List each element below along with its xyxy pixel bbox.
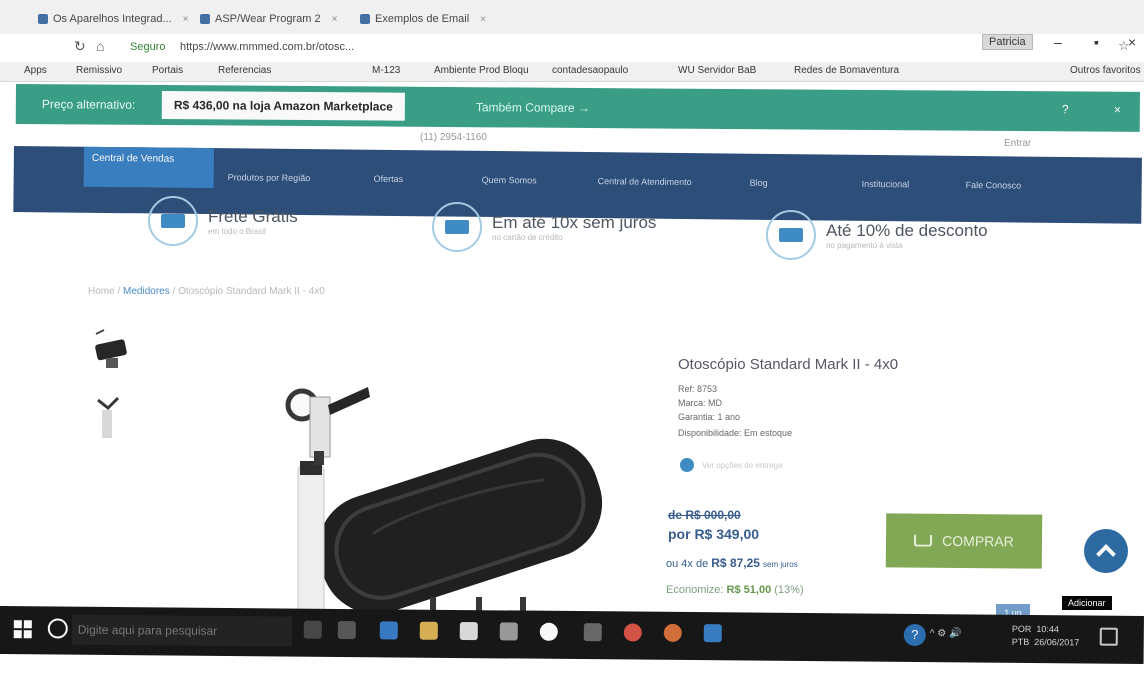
breadcrumb: Home / Medidores / Otoscópio Standard Ma… [88, 286, 325, 297]
nav-item[interactable]: Produtos por Região [228, 172, 311, 183]
bookmark-item[interactable]: contadesaopaulo [552, 65, 628, 76]
reload-icon[interactable]: ↻ [74, 38, 86, 55]
browser-tab-strip: Os Aparelhos Integrad... × ASP/Wear Progr… [0, 0, 1144, 34]
close-icon[interactable]: × [1114, 103, 1121, 117]
secure-indicator[interactable]: Seguro [130, 41, 165, 53]
nav-item[interactable]: Ofertas [374, 174, 404, 184]
product-title: Otoscópio Standard Mark II - 4x0 [678, 356, 899, 373]
system-tray[interactable]: ^ ⚙ 🔊 [930, 628, 962, 639]
windows-start-icon[interactable] [13, 620, 32, 639]
installment-info: ou 4x de R$ 87,25 sem juros [666, 556, 798, 570]
bookmark-item[interactable]: Referencias [218, 65, 271, 76]
bookmark-item[interactable]: Redes de Bomaventura [794, 65, 899, 76]
product-brand: Marca: MD [678, 398, 723, 408]
nav-item[interactable]: Quem Somos [482, 175, 537, 186]
cart-icon [914, 534, 933, 547]
bookmark-item[interactable]: WU Servidor BaB [678, 65, 756, 76]
thumbnail-image[interactable] [90, 326, 130, 371]
product-main-image[interactable] [250, 365, 610, 615]
nav-item[interactable]: Blog [750, 178, 768, 188]
benefit-installments: Em até 10x sem juros no cartão de crédito [432, 202, 656, 252]
address-bar: ↻ ⌂ Seguro https://www.mmmed.com.br/otos… [0, 34, 1144, 62]
firefox-icon[interactable] [663, 623, 682, 642]
product-warranty: Garantia: 1 ano [678, 412, 741, 422]
home-icon[interactable]: ⌂ [96, 38, 104, 54]
credit-card-icon [432, 202, 482, 252]
login-link[interactable]: Entrar [1004, 138, 1031, 149]
tab-favicon-icon [38, 14, 48, 24]
benefit-free-shipping: Frete Grátis em todo o Brasil [148, 196, 298, 246]
bookmark-star-icon[interactable]: ☆ [1118, 38, 1130, 54]
price-compare-banner: Preço alternativo: R$ 436,00 na loja Ama… [15, 84, 1140, 132]
buy-button[interactable]: COMPRAR [885, 513, 1043, 569]
product-availability: Disponibilidade: Em estoque [678, 428, 793, 438]
windows-taskbar: ? ^ ⚙ 🔊 POR 10:44 PTB 26/06/2017 [0, 606, 1144, 664]
store-phone: (11) 2954-1160 [420, 132, 487, 143]
close-tab-icon[interactable]: × [480, 14, 486, 25]
tab-favicon-icon [200, 14, 210, 24]
chevron-up-icon [1096, 544, 1116, 564]
bookmark-item[interactable]: Outros favoritos [1070, 65, 1141, 76]
nav-item[interactable]: Fale Conosco [966, 180, 1022, 191]
discount-icon [766, 210, 816, 260]
action-center-icon[interactable] [1099, 627, 1118, 646]
delivery-info[interactable]: Ver opções de entrega [680, 458, 783, 472]
file-explorer-icon[interactable] [419, 621, 438, 640]
help-icon[interactable]: ? [903, 623, 926, 647]
taskbar-clock[interactable]: POR 10:44 PTB 26/06/2017 [1012, 623, 1080, 650]
edge-icon[interactable] [379, 621, 398, 640]
screenshot: Os Aparelhos Integrad... × ASP/Wear Progr… [0, 0, 1144, 675]
banner-label: Preço alternativo: [41, 97, 136, 112]
outlook-icon[interactable] [703, 624, 722, 643]
url-input[interactable]: https://www.mmmed.com.br/otosc... [180, 41, 354, 53]
close-tab-icon[interactable]: × [183, 14, 189, 25]
chrome-icon[interactable] [623, 623, 642, 642]
economy-info: Economize: R$ 51,00 (13%) [666, 584, 804, 596]
bookmark-item[interactable]: Apps [24, 65, 47, 76]
task-view-icon[interactable] [303, 620, 322, 639]
close-tab-icon[interactable]: × [332, 14, 338, 25]
current-price: por R$ 349,00 [668, 526, 760, 542]
old-price: de R$ 000,00 [668, 508, 741, 522]
cortana-icon[interactable] [47, 618, 68, 639]
tooltip: Adicionar [1062, 596, 1112, 610]
browser-tab[interactable]: Os Aparelhos Integrad... × [38, 8, 188, 30]
nav-item[interactable]: Central de Atendimento [598, 176, 692, 187]
banner-price-link[interactable]: R$ 436,00 na loja Amazon Marketplace [161, 91, 405, 121]
scroll-to-top-button[interactable] [1084, 529, 1128, 573]
nav-item[interactable]: Institucional [862, 179, 910, 189]
bookmarks-bar: Apps Remissivo Portais Referencias M-123… [0, 62, 1144, 82]
benefit-discount: Até 10% de desconto no pagamento à vista [766, 210, 988, 260]
nav-central[interactable]: Central de Vendas [83, 146, 214, 189]
bookmark-item[interactable]: Remissivo [76, 65, 122, 76]
bookmark-item[interactable]: Ambiente Prod Bloqu [434, 65, 529, 76]
info-icon [680, 458, 694, 472]
truck-icon [148, 196, 198, 246]
taskbar-app-icon[interactable] [583, 623, 602, 642]
store-icon[interactable] [459, 622, 478, 641]
bookmark-item[interactable]: M-123 [372, 65, 400, 76]
hp-icon[interactable] [539, 622, 558, 641]
tab-favicon-icon [360, 14, 370, 24]
breadcrumb-home[interactable]: Home [88, 286, 115, 297]
help-icon[interactable]: ? [1062, 102, 1069, 116]
thumbnail-image[interactable] [90, 394, 130, 439]
breadcrumb-product: Otoscópio Standard Mark II - 4x0 [178, 286, 325, 297]
taskbar-app-icon[interactable] [337, 620, 356, 640]
breadcrumb-category[interactable]: Medidores [123, 286, 170, 297]
product-ref: Ref: 8753 [678, 384, 718, 394]
taskbar-app-icon[interactable] [499, 622, 518, 641]
browser-tab[interactable]: ASP/Wear Program 2 × [200, 8, 337, 30]
taskbar-search-input[interactable] [71, 614, 292, 647]
banner-compare-link[interactable]: Também Compare → [476, 100, 590, 115]
bookmark-item[interactable]: Portais [152, 65, 183, 76]
browser-tab-active[interactable]: Exemplos de Email × [360, 8, 486, 30]
